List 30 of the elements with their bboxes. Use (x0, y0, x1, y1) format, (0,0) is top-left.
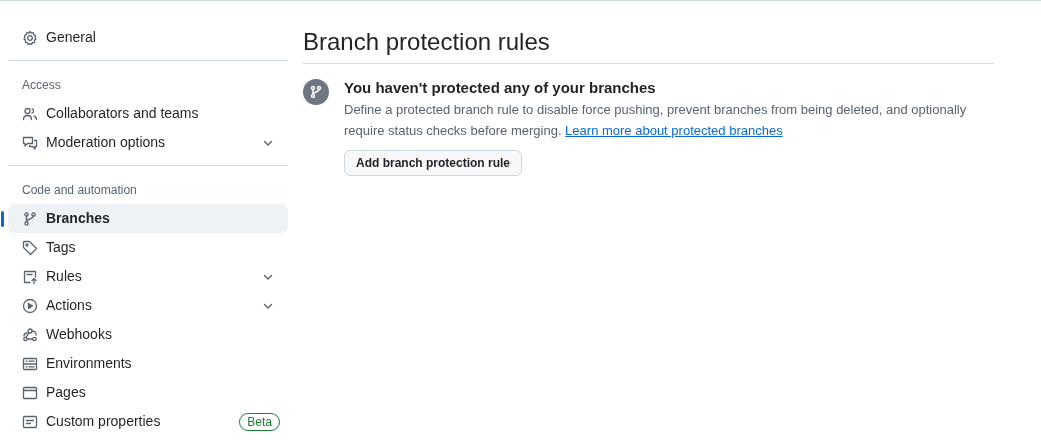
branch-icon (303, 79, 329, 105)
sidebar-item[interactable]: Actions (8, 291, 288, 320)
sidebar-item[interactable]: Collaborators and teams (8, 99, 288, 128)
branch-icon (22, 210, 38, 227)
sidebar-item[interactable]: General (8, 23, 288, 52)
sidebar-item[interactable]: Rules (8, 262, 288, 291)
comment-icon (22, 134, 38, 151)
sidebar-item[interactable]: Environments (8, 349, 288, 378)
sidebar-item[interactable]: Custom properties Beta (8, 407, 288, 436)
sidebar-item[interactable]: Pages (8, 378, 288, 407)
page-title: Branch protection rules (303, 27, 994, 64)
sidebar-item[interactable]: Tags (8, 233, 288, 262)
ruleset-icon (22, 268, 38, 285)
note-icon (22, 413, 38, 430)
sidebar-item[interactable]: Moderation options (8, 128, 288, 157)
learn-more-link[interactable]: Learn more about protected branches (565, 123, 783, 138)
sidebar-item[interactable]: Webhooks (8, 320, 288, 349)
people-icon (22, 105, 38, 122)
webhook-icon (22, 326, 38, 343)
browser-icon (22, 384, 38, 401)
gear-icon (22, 29, 38, 46)
play-icon (22, 297, 38, 314)
section-heading: Code and automation (21, 182, 138, 199)
empty-state-heading: You haven't protected any of your branches (344, 78, 657, 98)
server-icon (22, 355, 38, 372)
empty-state-description: Define a protected branch rule to disable force pushing, prevent branches from being deleted, and optionally require status checks before merging. Learn more about protected branches (344, 101, 968, 140)
section-heading: Access (21, 77, 62, 94)
active-indicator (1, 211, 4, 227)
tag-icon (22, 239, 38, 256)
add-rule-button[interactable]: Add branch protection rule (344, 150, 522, 176)
